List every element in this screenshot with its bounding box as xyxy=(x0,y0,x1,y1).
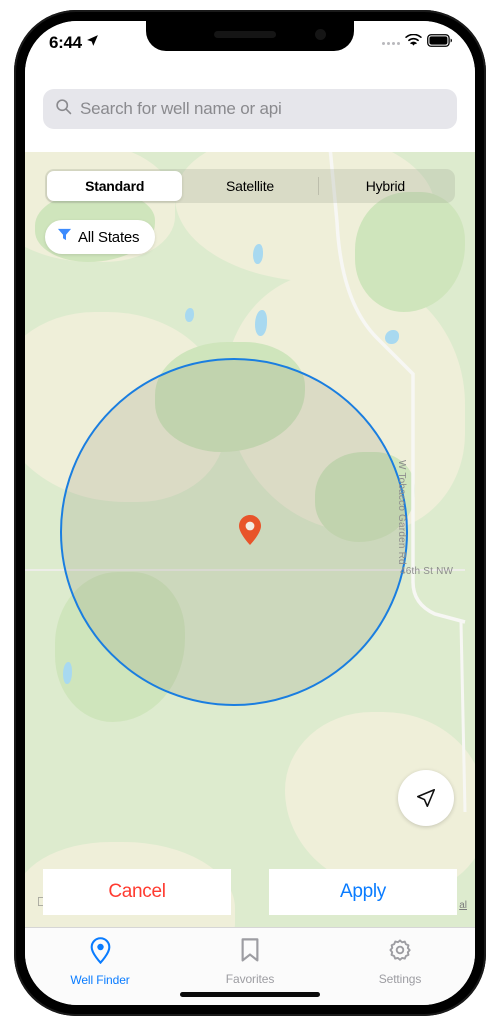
map-type-hybrid[interactable]: Hybrid xyxy=(317,171,453,201)
tab-favorites[interactable]: Favorites xyxy=(175,937,325,986)
map-type-standard[interactable]: Standard xyxy=(47,171,183,201)
apply-button[interactable]: Apply xyxy=(269,869,457,915)
device-notch xyxy=(146,21,354,51)
tab-bar: Well Finder Favorites Settings xyxy=(25,927,475,1005)
funnel-icon xyxy=(57,227,72,247)
home-indicator[interactable] xyxy=(180,992,320,997)
status-time: 6:44 xyxy=(49,33,82,52)
locate-me-button[interactable] xyxy=(398,770,454,826)
map-pin-icon xyxy=(89,937,112,969)
map-type-satellite[interactable]: Satellite xyxy=(182,171,317,201)
tab-settings[interactable]: Settings xyxy=(325,937,475,986)
phone-screen: W Tobacco Garden Rd 46th St NW Standard … xyxy=(25,21,475,1005)
tab-label: Settings xyxy=(378,972,422,986)
wifi-icon xyxy=(405,33,422,52)
search-radius-circle[interactable] xyxy=(60,358,408,706)
gear-icon xyxy=(388,937,412,968)
search-input[interactable]: Search for well name or api xyxy=(43,88,457,129)
state-filter-button[interactable]: All States xyxy=(45,220,156,254)
front-camera xyxy=(315,29,326,40)
map-street-label: 46th St NW xyxy=(400,566,454,577)
location-arrow-icon xyxy=(86,34,99,52)
map-street-label: W Tobacco Garden Rd xyxy=(396,460,407,565)
search-placeholder: Search for well name or api xyxy=(80,98,282,118)
action-bar: Cancel Apply xyxy=(25,869,475,915)
earpiece-speaker xyxy=(214,31,277,38)
tab-label: Well Finder xyxy=(70,973,130,987)
cellular-dots-icon xyxy=(382,41,400,45)
search-icon xyxy=(55,98,72,120)
search-header: Search for well name or api xyxy=(25,65,475,152)
cancel-button[interactable]: Cancel xyxy=(43,869,231,915)
status-bar-left: 6:44 xyxy=(49,33,99,53)
tab-label: Favorites xyxy=(225,972,275,986)
state-filter-label: All States xyxy=(78,228,140,246)
tab-well-finder[interactable]: Well Finder xyxy=(25,937,175,987)
device-frame: W Tobacco Garden Rd 46th St NW Standard … xyxy=(14,10,486,1016)
map-canvas[interactable]: W Tobacco Garden Rd 46th St NW Standard … xyxy=(25,152,475,927)
bookmark-icon xyxy=(239,937,261,968)
battery-icon xyxy=(427,34,453,52)
status-bar-right xyxy=(382,33,453,52)
map-type-segmented-control[interactable]: Standard Satellite Hybrid xyxy=(45,169,455,203)
center-location-pin xyxy=(239,515,261,545)
